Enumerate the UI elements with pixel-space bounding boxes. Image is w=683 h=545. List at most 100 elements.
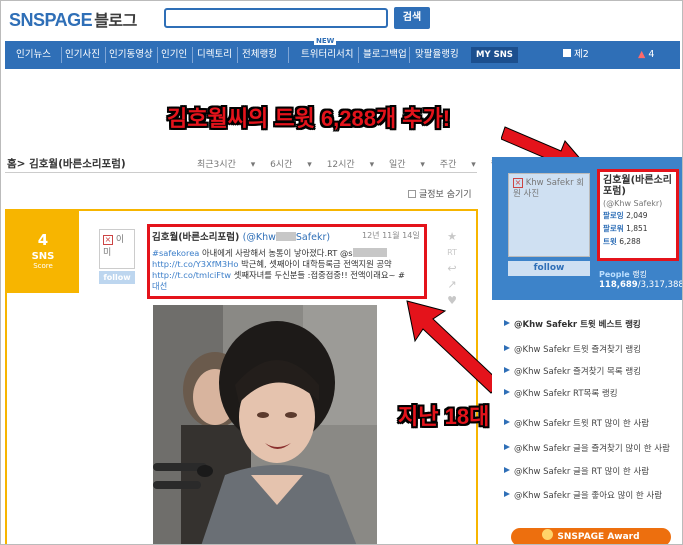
tweet-link-1[interactable]: http://t.co/Y3XfM3Ho [152, 259, 238, 269]
sidebar-link-fav-list[interactable]: @Khw Safekr 즐겨찾기 목록 랭킹 [504, 367, 674, 378]
retweet-label[interactable]: RT [444, 245, 460, 261]
nav-item-twitter-research[interactable]: 트위터리서치 [301, 41, 353, 69]
user-icon [563, 49, 571, 57]
people-rank-label: People 랭킹 [599, 269, 647, 280]
divider [5, 172, 477, 173]
sidebar-follow-button[interactable]: follow [508, 261, 590, 276]
filter-12h[interactable]: 12시간 ▾ [327, 160, 374, 170]
user-menu[interactable]: 제2 [563, 41, 589, 69]
link-label: @Khw Safekr 글을 즐겨찾기 많이 한 사람 [514, 444, 670, 454]
tweet-avatar[interactable]: × 이미 [99, 229, 135, 269]
filter-3h[interactable]: 최근3시간 ▾ [197, 160, 255, 170]
sidebar-avatar[interactable]: × Khw Safekr 회원 사진 [508, 173, 590, 257]
my-sns-button[interactable]: MY SNS [471, 47, 518, 63]
tweet-photo[interactable] [153, 305, 377, 544]
bullet-icon [504, 467, 510, 473]
time-filters: 최근3시간 ▾ 6시간 ▾ 12시간 ▾ 일간 ▾ 주간 ▾ 월간 ▾ [197, 157, 539, 170]
blur-mask [352, 248, 387, 257]
score-brand: SNS [31, 251, 55, 262]
header: SNSPAGE 블로그 검색 [1, 1, 682, 39]
site-logo[interactable]: SNSPAGE 블로그 [9, 7, 137, 31]
star-icon[interactable]: ★ [444, 229, 460, 245]
bullet-icon [504, 389, 510, 395]
nav-item-popular-photos[interactable]: 인기사진 [65, 41, 100, 69]
nav-item-directory[interactable]: 디렉토리 [197, 41, 232, 69]
sns-score-badge: 4 SNS Score [7, 211, 79, 293]
award-label: SNSPAGE Award [557, 532, 640, 542]
nav-divider [157, 47, 158, 63]
notifications[interactable]: ▲ 4 [638, 41, 654, 69]
sidebar-profile-highlight: 김호월(바른소리포럼) (@Khw Safekr) 팔로잉 2,049 팔로워 … [597, 169, 679, 261]
nav-divider [237, 47, 238, 63]
tweet-text-line2: 박근혜, 셋째아이 대학등록금 전액지원 공약 [238, 259, 392, 269]
stat-label: 트윗 [603, 237, 617, 246]
nav-item-ranking[interactable]: 전체랭킹 [242, 41, 277, 69]
filter-6h[interactable]: 6시간 ▾ [270, 160, 312, 170]
sidebar-link-fav-users[interactable]: @Khw Safekr 글을 즐겨찾기 많이 한 사람 [504, 444, 674, 455]
breadcrumb: 홈> 김호월(바른소리포럼) [7, 158, 126, 170]
sidebar-link-rt-users[interactable]: @Khw Safekr 트윗 RT 많이 한 사람 [504, 419, 674, 430]
search-button[interactable]: 검색 [394, 7, 430, 29]
logo-main: SNSPAGE [9, 10, 93, 30]
bullet-icon [504, 419, 510, 425]
stat-following: 팔로잉 2,049 [603, 210, 673, 221]
filter-weekly[interactable]: 주간 ▾ [440, 160, 476, 170]
nav-item-popular-news[interactable]: 인기뉴스 [16, 41, 51, 69]
stat-value: 1,851 [626, 224, 648, 233]
notification-icon: ▲ [638, 49, 646, 60]
nav-divider [358, 47, 359, 63]
filter-label: 주간 [439, 160, 457, 170]
profile-name[interactable]: 김호월(바른소리포럼) [603, 175, 673, 197]
nav-item-popular-videos[interactable]: 인기동영상 [109, 41, 153, 69]
nav-divider [288, 47, 289, 63]
share-icon[interactable]: ↗ [444, 277, 460, 293]
people-label: People [599, 270, 630, 279]
score-label: Score [33, 262, 53, 270]
hide-info-checkbox[interactable] [408, 190, 416, 198]
tweet-hashtag-2[interactable]: 대선 [152, 281, 167, 291]
nav-item-blog-backup[interactable]: 블로그백업 [363, 41, 407, 69]
tweet-text-line1: 아내에게 사랑해서 농통이 낳아졌다.RT @s [199, 248, 353, 258]
sidebar-link-rt-list[interactable]: @Khw Safekr RT목록 랭킹 [504, 389, 674, 400]
filter-label: 12시간 [326, 160, 355, 170]
link-label: @Khw Safekr 트윗 베스트 랭킹 [514, 320, 641, 330]
follow-button[interactable]: follow [99, 271, 135, 284]
nav-item-follow-ranking[interactable]: 맞팔율랭킹 [415, 41, 459, 69]
broken-image-icon: × [103, 235, 113, 245]
tweet-hashtag[interactable]: #safekorea [152, 248, 199, 258]
people-rank-value: 118,689/3,317,388 [599, 280, 683, 290]
award-icon [542, 529, 554, 540]
stat-followers: 팔로워 1,851 [603, 223, 673, 234]
sidebar-link-rt-by-users[interactable]: @Khw Safekr 글을 RT 많이 한 사람 [504, 467, 674, 478]
sidebar-link-fav[interactable]: @Khw Safekr 트윗 즐겨찾기 랭킹 [504, 345, 674, 356]
tweet-text-line3: 셋째자녀를 두신분들 :접중접중!! 전액이래요~ # [231, 270, 405, 280]
nav-divider [192, 47, 193, 63]
score-value: 4 [37, 231, 49, 249]
people-rank-word: 랭킹 [632, 270, 647, 279]
tweet-text: #safekorea 아내에게 사랑해서 농통이 낳아졌다.RT @s http… [152, 248, 422, 292]
hide-info-toggle[interactable]: 글정보 숨기기 [408, 187, 472, 200]
filter-daily[interactable]: 일간 ▾ [389, 160, 425, 170]
logo-sub: 블로그 [94, 13, 137, 30]
bullet-icon [504, 444, 510, 450]
link-label: @Khw Safekr RT목록 랭킹 [514, 389, 618, 399]
profile-handle: (@Khw Safekr) [603, 199, 663, 208]
people-total: /3,317,388 [637, 280, 683, 290]
new-badge: NEW [314, 37, 337, 45]
page-frame: SNSPAGE 블로그 검색 인기뉴스 인기사진 인기동영상 인기인 디렉토리 전… [0, 0, 683, 545]
snspage-award-button[interactable]: SNSPAGE Award [511, 528, 671, 544]
handle-suffix: Safekr) [295, 232, 331, 243]
search-input[interactable] [164, 8, 388, 28]
stat-value: 6,288 [619, 237, 641, 246]
bullet-icon [504, 367, 510, 373]
reply-icon[interactable]: ↩ [444, 261, 460, 277]
tweet-author[interactable]: 김호월(바른소리포럼) (@Khw Safekr) [152, 229, 330, 243]
annotation-title: 김호월씨의 트윗 6,288개 추가! [167, 106, 451, 131]
nav-divider [409, 47, 410, 63]
sidebar-link-best[interactable]: @Khw Safekr 트윗 베스트 랭킹 [504, 320, 674, 331]
sidebar-link-like-users[interactable]: @Khw Safekr 글을 좋아요 많이 한 사람 [504, 491, 674, 502]
nav-item-popular-people[interactable]: 인기인 [161, 41, 187, 69]
tweet-date: 12년 11월 14일 [362, 231, 420, 240]
tweet-author-name: 김호월(바른소리포럼) [152, 232, 240, 243]
tweet-link-2[interactable]: http://t.co/tmlciFtw [152, 270, 231, 280]
